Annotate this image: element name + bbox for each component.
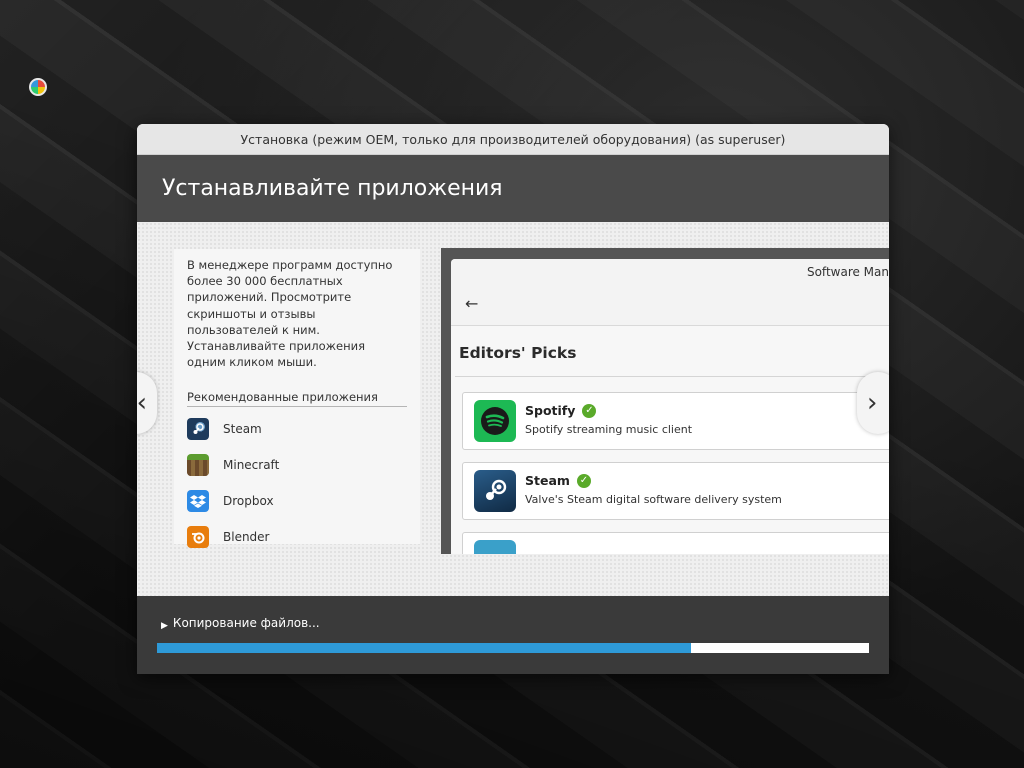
recommended-apps-title: Рекомендованные приложения: [187, 390, 407, 408]
app-card-title: Steam: [525, 473, 570, 488]
software-manager-titlebar: Software Man ←: [451, 259, 889, 326]
app-name: Blender: [223, 530, 270, 545]
blender-icon: [187, 526, 209, 549]
expand-triangle-icon: ▶: [161, 621, 168, 631]
back-arrow-icon: ←: [465, 294, 479, 313]
installer-window: Установка (режим OEM, только для произво…: [137, 124, 889, 674]
divider: [455, 376, 889, 377]
progress-bar-fill: [157, 643, 691, 653]
editors-picks-heading: Editors' Picks: [459, 344, 577, 362]
status-toggle[interactable]: ▶ Копирование файлов...: [161, 616, 320, 631]
verified-check-icon: ✓: [582, 403, 597, 418]
app-card: [462, 532, 889, 554]
software-manager-window: Software Man ← Editors' Picks Spotify ✓ …: [451, 259, 889, 554]
window-titlebar[interactable]: Установка (режим OEM, только для произво…: [137, 124, 889, 155]
list-item: Minecraft: [187, 447, 407, 483]
chevron-right-icon: ›: [867, 388, 878, 418]
steam-icon: [474, 470, 516, 512]
info-panel: В менеджере программ доступно более 30 0…: [174, 249, 420, 549]
slideshow-content: В менеджере программ доступно более 30 0…: [137, 222, 889, 596]
minecraft-icon: [187, 454, 209, 477]
progress-bar: [157, 643, 869, 653]
app-name: Steam: [223, 422, 262, 437]
window-title: Установка (режим OEM, только для произво…: [240, 131, 786, 147]
list-item: Blender: [187, 519, 407, 555]
list-item: Dropbox: [187, 483, 407, 519]
slide-description: В менеджере программ доступно более 30 0…: [187, 258, 393, 370]
status-text: Копирование файлов...: [172, 616, 320, 630]
steam-icon: [187, 418, 209, 441]
app-card-description: Spotify streaming music client: [525, 423, 693, 436]
software-manager-screenshot: Software Man ← Editors' Picks Spotify ✓ …: [441, 248, 889, 554]
app-card: Spotify ✓ Spotify streaming music client: [462, 392, 889, 450]
next-slide-button[interactable]: ›: [857, 372, 889, 434]
app-icon: [474, 540, 516, 554]
progress-footer: ▶ Копирование файлов...: [137, 596, 889, 674]
page-header: Устанавливайте приложения: [137, 155, 889, 222]
color-wheel-icon[interactable]: [29, 78, 47, 96]
app-name: Dropbox: [223, 494, 274, 509]
previous-slide-button[interactable]: ‹: [137, 372, 157, 434]
recommended-apps-list: Steam Minecraft Dropbox Blender: [187, 411, 407, 555]
app-name: Minecraft: [223, 458, 280, 473]
app-card-description: Valve's Steam digital software delivery …: [525, 493, 782, 506]
chevron-left-icon: ‹: [137, 388, 147, 418]
app-card-name: Spotify ✓: [525, 403, 597, 418]
software-manager-title: Software Man: [806, 265, 889, 279]
app-card: Steam ✓ Valve's Steam digital software d…: [462, 462, 889, 520]
app-card-name: Steam ✓: [525, 473, 591, 488]
list-item: Steam: [187, 411, 407, 447]
dropbox-icon: [187, 490, 209, 513]
spotify-icon: [474, 400, 516, 442]
app-card-title: Spotify: [525, 403, 576, 418]
verified-check-icon: ✓: [576, 473, 591, 488]
page-title: Устанавливайте приложения: [162, 176, 503, 201]
